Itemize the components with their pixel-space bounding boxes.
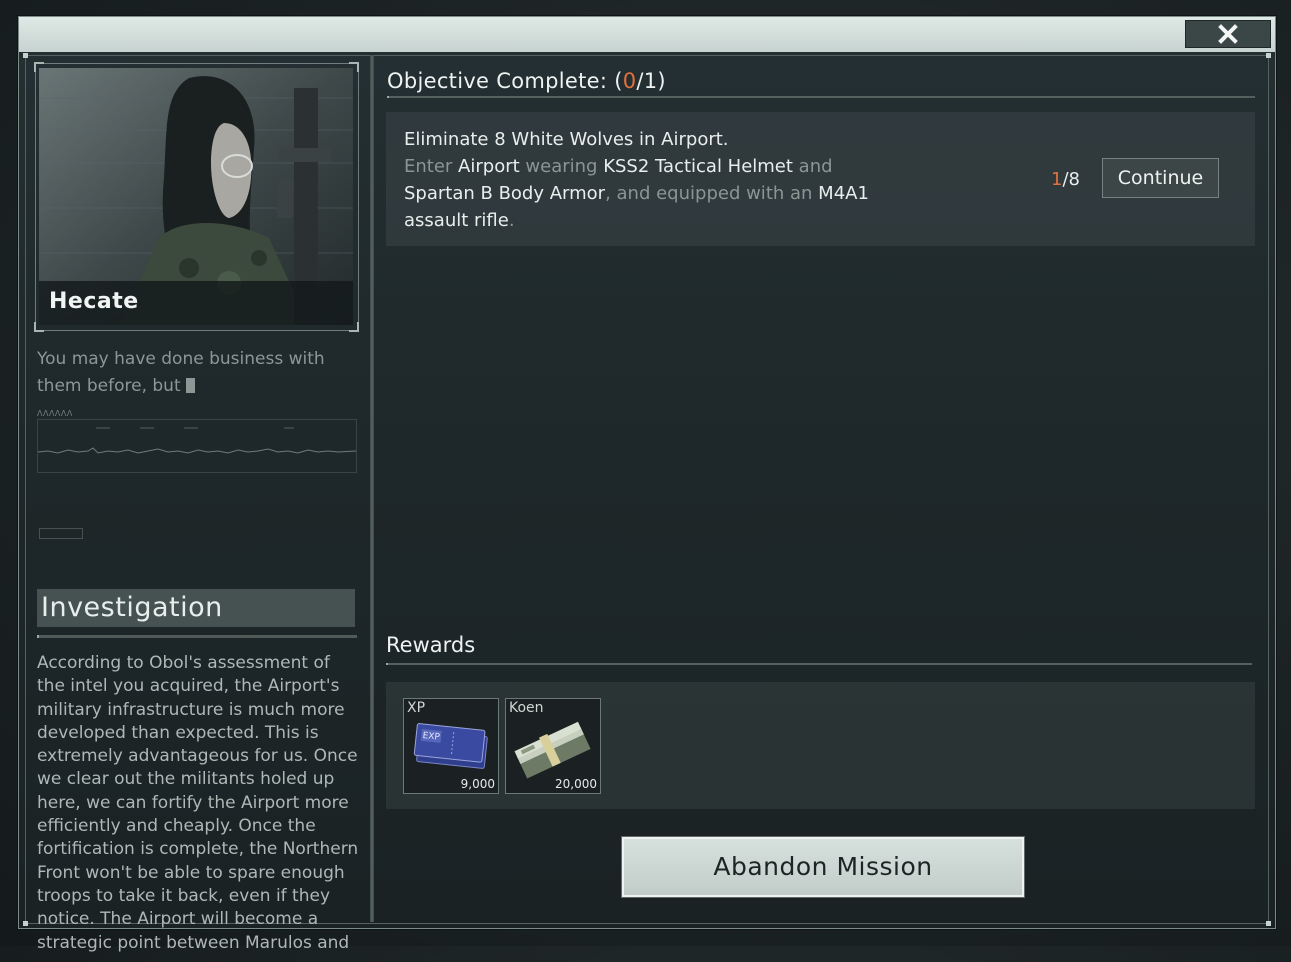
button-tag-decoration: [629, 842, 663, 847]
continue-button[interactable]: Continue: [1102, 158, 1219, 198]
abandon-mission-label: Abandon Mission: [713, 852, 933, 881]
column-divider: [370, 55, 374, 922]
objective-item: Eliminate 8 White Wolves in Airport. Ent…: [386, 112, 1255, 246]
waveform-tag-decoration: [39, 528, 83, 539]
investigation-rule: [37, 635, 357, 638]
waveform-graphic: [37, 427, 357, 454]
reward-amount: 9,000: [460, 777, 495, 791]
rewards-rule: [386, 663, 1252, 665]
character-tagline: You may have done business with them bef…: [37, 349, 325, 396]
character-portrait: Hecate: [39, 68, 353, 325]
investigation-title: Investigation: [41, 592, 223, 623]
text-cursor: [185, 378, 195, 393]
waveform-label-decoration: ΛΛΛΛΛΛ: [37, 409, 73, 418]
reward-koen[interactable]: Koen 20,000: [505, 698, 601, 794]
rewards-list: XP EXP 9,000 Koen 20,000: [386, 682, 1255, 809]
objective-main-line: Eliminate 8 White Wolves in Airport.: [404, 129, 729, 150]
objective-description: Eliminate 8 White Wolves in Airport. Ent…: [404, 126, 904, 234]
objective-progress: 1/8: [1051, 169, 1080, 190]
reward-xp[interactable]: XP EXP 9,000: [403, 698, 499, 794]
objective-conditions: Enter Airport wearing KSS2 Tactical Helm…: [404, 156, 869, 231]
objective-rule: [387, 96, 1255, 98]
character-name: Hecate: [49, 289, 139, 314]
mission-window: Hecate You may have done business with t…: [18, 16, 1276, 953]
close-icon: [1218, 24, 1238, 44]
window-titlebar: [19, 17, 1275, 52]
svg-text:EXP: EXP: [422, 731, 441, 743]
portrait-name-bar: Hecate: [39, 281, 353, 325]
abandon-mission-button[interactable]: Abandon Mission: [622, 837, 1024, 897]
investigation-text[interactable]: According to Obol's assessment of the in…: [37, 652, 359, 962]
audio-waveform: [37, 419, 357, 473]
rewards-title: Rewards: [386, 633, 476, 657]
objective-title: Objective Complete: (0/1): [387, 69, 666, 93]
investigation-header: Investigation: [37, 589, 355, 627]
reward-amount: 20,000: [555, 777, 597, 791]
character-panel: Hecate You may have done business with t…: [19, 55, 371, 953]
close-button[interactable]: [1185, 20, 1271, 48]
